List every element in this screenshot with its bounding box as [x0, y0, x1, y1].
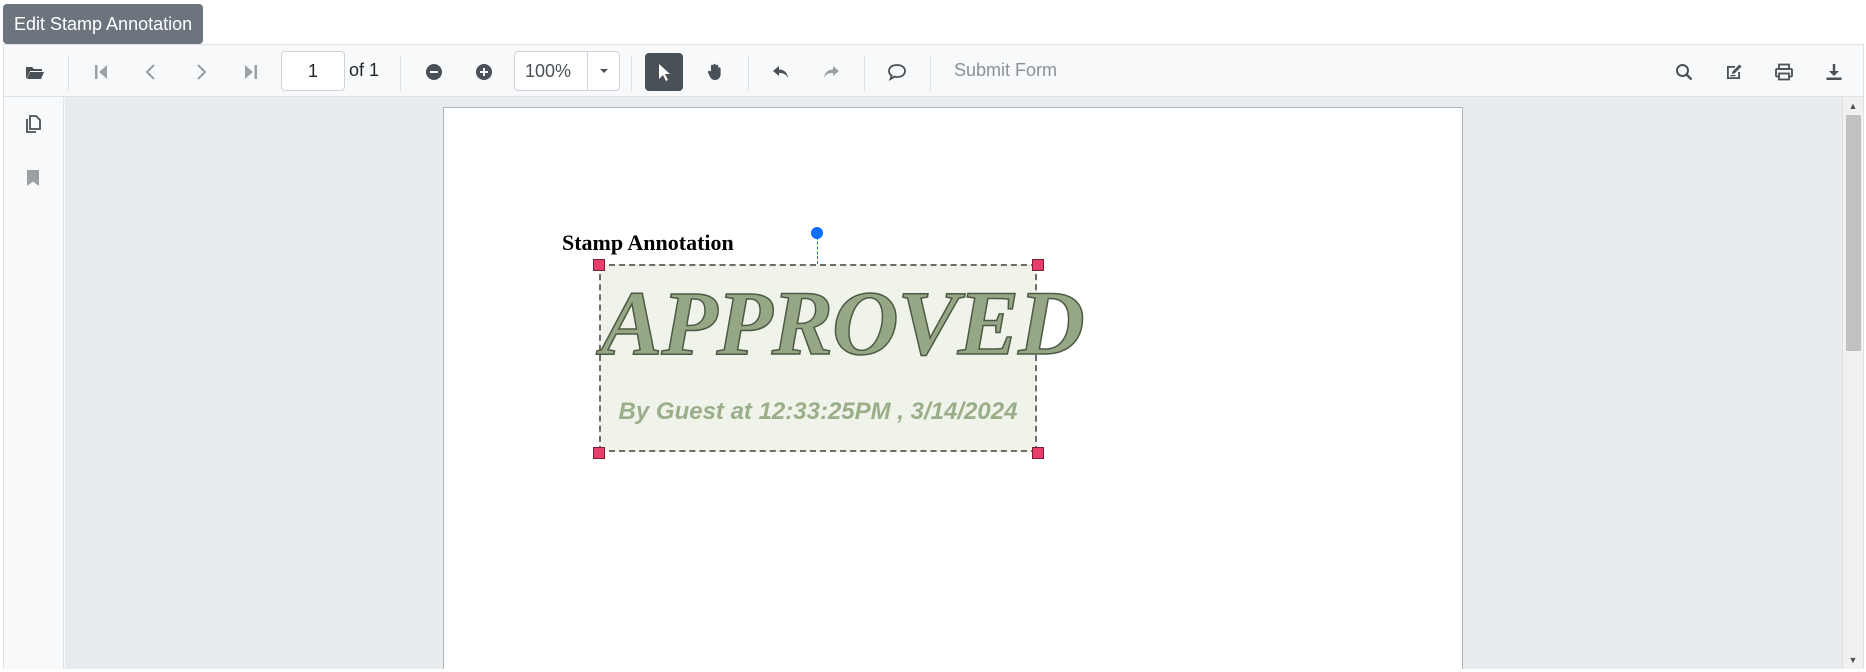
stamp-sub-text: By Guest at 12:33:25PM , 3/14/2024	[618, 398, 1018, 425]
rotate-handle[interactable]	[811, 227, 823, 239]
resize-handle-bottom-left[interactable]	[593, 447, 605, 459]
toolbar-separator	[748, 55, 749, 91]
zoom-dropdown[interactable]: 100%	[514, 51, 620, 91]
download-icon[interactable]	[1817, 55, 1851, 89]
page-heading: Stamp Annotation	[562, 230, 734, 255]
scrollbar-thumb[interactable]	[1846, 115, 1861, 351]
hand-icon[interactable]	[698, 55, 732, 89]
chevron-down-icon[interactable]	[588, 52, 619, 90]
folder-open-icon[interactable]	[18, 55, 52, 89]
toolbar-separator	[864, 55, 865, 91]
previous-page-icon[interactable]	[134, 55, 168, 89]
page-thumbnails-icon[interactable]	[16, 107, 50, 141]
scroll-down-arrow-icon[interactable]: ▼	[1843, 651, 1863, 669]
redo-icon[interactable]	[814, 55, 848, 89]
toolbar-separator	[400, 55, 401, 91]
print-icon[interactable]	[1767, 55, 1801, 89]
resize-handle-bottom-right[interactable]	[1032, 447, 1044, 459]
first-page-icon[interactable]	[84, 55, 118, 89]
last-page-icon[interactable]	[234, 55, 268, 89]
toolbar-separator	[930, 55, 931, 91]
submit-form-button[interactable]: Submit Form	[954, 60, 1057, 81]
resize-handle-top-left[interactable]	[593, 259, 605, 271]
edit-annotation-icon[interactable]	[1717, 55, 1751, 89]
document-canvas: Stamp Annotation APPROVED By Guest at 12…	[65, 97, 1843, 669]
zoom-in-icon[interactable]	[467, 55, 501, 89]
comment-icon[interactable]	[880, 55, 914, 89]
bookmark-icon[interactable]	[16, 161, 50, 195]
vertical-scrollbar[interactable]: ▲ ▼	[1842, 97, 1863, 669]
stamp-annotation[interactable]: APPROVED By Guest at 12:33:25PM , 3/14/2…	[599, 264, 1085, 452]
page-total-label: of 1	[349, 60, 380, 80]
resize-handle-top-right[interactable]	[1032, 259, 1044, 271]
stamp-main-text: APPROVED	[600, 271, 1085, 375]
edit-stamp-annotation-button[interactable]: Edit Stamp Annotation	[3, 4, 204, 44]
pointer-icon[interactable]	[645, 53, 683, 91]
pdf-page: Stamp Annotation APPROVED By Guest at 12…	[443, 107, 1463, 669]
zoom-out-icon[interactable]	[417, 55, 451, 89]
navigation-sidebar	[4, 97, 64, 669]
zoom-value[interactable]: 100%	[515, 52, 588, 90]
main-toolbar: of 1 100%	[4, 45, 1863, 97]
toolbar-separator	[68, 55, 69, 91]
toolbar-separator	[631, 55, 632, 91]
scroll-up-arrow-icon[interactable]: ▲	[1843, 97, 1863, 115]
search-icon[interactable]	[1667, 55, 1701, 89]
next-page-icon[interactable]	[184, 55, 218, 89]
page-number-input[interactable]	[281, 51, 345, 91]
pdf-viewer: of 1 100%	[3, 44, 1864, 669]
undo-icon[interactable]	[764, 55, 798, 89]
